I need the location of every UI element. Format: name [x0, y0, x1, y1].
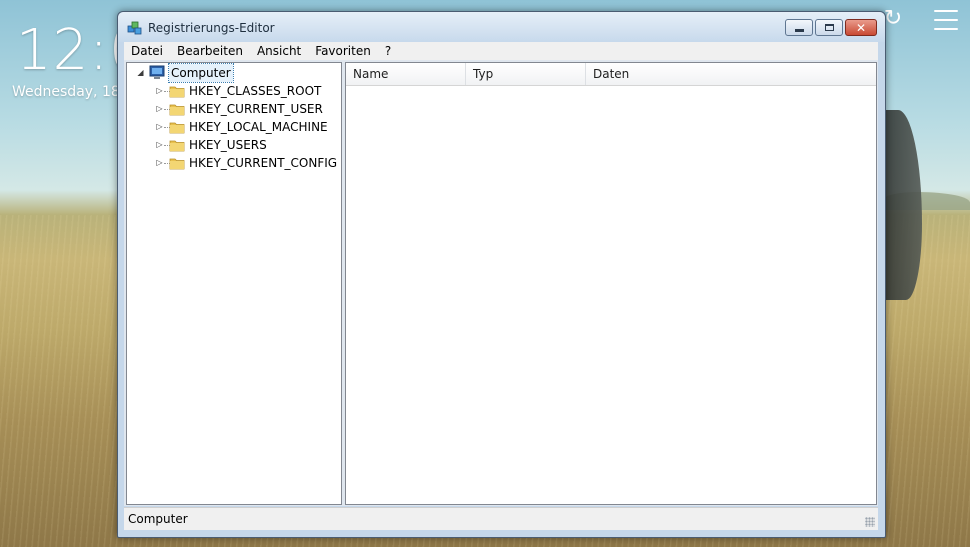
desktop-date: Wednesday, 18: [12, 84, 120, 100]
collapse-triangle-icon[interactable]: ◢: [136, 68, 145, 77]
tree-node-hkey-local-machine[interactable]: ▷ HKEY_LOCAL_MACHINE: [127, 118, 339, 136]
maximize-icon: [824, 24, 834, 31]
menu-help[interactable]: ?: [378, 42, 398, 60]
tree-label[interactable]: HKEY_USERS: [187, 136, 269, 154]
tree-label[interactable]: HKEY_LOCAL_MACHINE: [187, 118, 330, 136]
title-bar[interactable]: Registrierungs-Editor ✕: [118, 12, 885, 42]
tree-label[interactable]: HKEY_CLASSES_ROOT: [187, 82, 323, 100]
folder-icon: [169, 86, 185, 98]
menu-ansicht[interactable]: Ansicht: [250, 42, 308, 60]
window-title: Registrierungs-Editor: [148, 21, 275, 35]
tree-node-hkey-current-config[interactable]: ▷ HKEY_CURRENT_CONFIG: [127, 154, 339, 172]
folder-icon: [169, 122, 185, 134]
menu-bearbeiten[interactable]: Bearbeiten: [170, 42, 250, 60]
menu-bar: Datei Bearbeiten Ansicht Favoriten ?: [124, 42, 878, 60]
tree-node-hkey-users[interactable]: ▷ HKEY_USERS: [127, 136, 339, 154]
column-header-typ[interactable]: Typ: [466, 63, 586, 85]
caption-buttons: ✕: [785, 19, 877, 36]
menu-favoriten[interactable]: Favoriten: [308, 42, 378, 60]
tree-label[interactable]: HKEY_CURRENT_CONFIG: [187, 154, 339, 172]
column-header-daten[interactable]: Daten: [586, 63, 876, 85]
expand-triangle-icon[interactable]: ▷: [155, 140, 164, 149]
list-header: Name Typ Daten: [346, 63, 876, 86]
expand-triangle-icon[interactable]: ▷: [155, 86, 164, 95]
tree-node-hkey-current-user[interactable]: ▷ HKEY_CURRENT_USER: [127, 100, 339, 118]
expand-triangle-icon[interactable]: ▷: [155, 158, 164, 167]
wallpaper-foreground-shape: [882, 110, 922, 300]
close-button[interactable]: ✕: [845, 19, 877, 36]
close-icon: ✕: [855, 20, 867, 35]
menu-datei[interactable]: Datei: [124, 42, 170, 60]
tree-node-hkey-classes-root[interactable]: ▷ HKEY_CLASSES_ROOT: [127, 82, 339, 100]
registry-tree[interactable]: ◢ Computer ▷ HKEY_CLASSES_ROOT ▷ HKEY_CU…: [126, 62, 342, 505]
client-area: ◢ Computer ▷ HKEY_CLASSES_ROOT ▷ HKEY_CU…: [124, 60, 878, 506]
folder-icon: [169, 158, 185, 170]
hamburger-menu-icon[interactable]: [934, 10, 958, 30]
registry-editor-icon: [127, 21, 142, 35]
column-header-name[interactable]: Name: [346, 63, 466, 85]
minimize-button[interactable]: [785, 19, 813, 36]
tree-node-computer[interactable]: ◢ Computer: [127, 63, 339, 83]
resize-grip-icon[interactable]: [865, 517, 875, 527]
status-path: Computer: [128, 512, 188, 526]
tree-label-computer[interactable]: Computer: [168, 63, 234, 83]
values-list[interactable]: Name Typ Daten: [345, 62, 877, 505]
tree-label[interactable]: HKEY_CURRENT_USER: [187, 100, 325, 118]
computer-icon: [149, 65, 165, 79]
status-bar: Computer: [124, 507, 878, 530]
registry-editor-window: Registrierungs-Editor ✕ Datei Bearbeiten…: [117, 11, 886, 538]
maximize-button[interactable]: [815, 19, 843, 36]
expand-triangle-icon[interactable]: ▷: [155, 104, 164, 113]
minimize-icon: [794, 29, 804, 32]
expand-triangle-icon[interactable]: ▷: [155, 122, 164, 131]
folder-icon: [169, 104, 185, 116]
folder-icon: [169, 140, 185, 152]
